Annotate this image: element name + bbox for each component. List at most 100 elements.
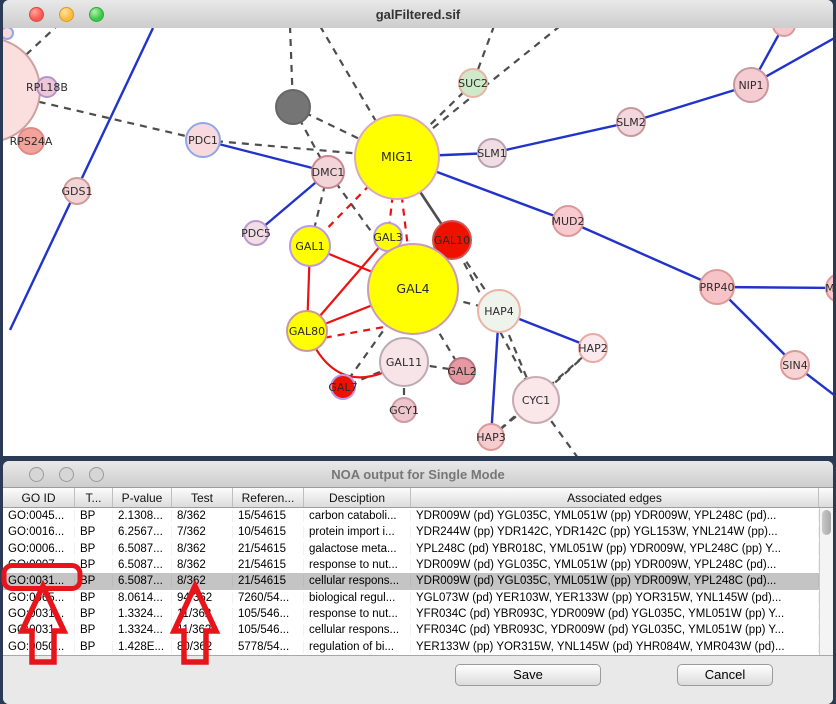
- cell: GO:0045...: [3, 510, 75, 522]
- table-row[interactable]: GO:0031...BP1.3324...11/362105/546...res…: [3, 606, 833, 622]
- node-label-GAL4: GAL4: [396, 281, 429, 296]
- cell: YER133W (pp) YOR315W, YNL145W (pd) YHR08…: [411, 641, 819, 653]
- table-row[interactable]: GO:0031...BP1.3324...11/362105/546...cel…: [3, 622, 833, 638]
- cell: response to nut...: [304, 559, 411, 571]
- cell: GO:0006...: [3, 543, 75, 555]
- cell: 21/54615: [233, 559, 304, 571]
- column-header-associated-edges[interactable]: Associated edges: [411, 488, 819, 507]
- table-row[interactable]: GO:0045...BP2.1308...8/36215/54615carbon…: [3, 508, 833, 524]
- cell: 8.0614...: [113, 592, 172, 604]
- cell: 6.5087...: [113, 575, 172, 587]
- close-button[interactable]: [29, 467, 44, 482]
- column-header-spacer: [819, 488, 833, 507]
- table-row[interactable]: GO:0050...BP1.428E...80/3625778/54...reg…: [3, 639, 833, 655]
- network-edge[interactable]: [631, 85, 751, 122]
- minimize-button[interactable]: [59, 7, 74, 22]
- window-controls: [3, 467, 104, 482]
- cell: YGL073W (pd) YER103W, YER133W (pp) YOR31…: [411, 592, 819, 604]
- column-header-p-value[interactable]: P-value: [113, 488, 172, 507]
- cell: YDR009W (pd) YGL035C, YML051W (pp) YDR00…: [411, 510, 819, 522]
- cell: regulation of bi...: [304, 641, 411, 653]
- noa-window-title: NOA output for Single Mode: [3, 467, 833, 482]
- cell: GO:0016...: [3, 526, 75, 538]
- node-label-GAL3: GAL3: [373, 231, 402, 244]
- table-row[interactable]: GO:0065...BP8.0614...94/3627260/54...bio…: [3, 590, 833, 606]
- cell: GO:0031...: [3, 575, 75, 587]
- cell: 6.2567...: [113, 526, 172, 538]
- minimize-button[interactable]: [59, 467, 74, 482]
- table-row[interactable]: GO:0031...BP6.5087...8/36221/54615cellul…: [3, 573, 833, 589]
- cell: galactose meta...: [304, 543, 411, 555]
- node-label-MIG1: MIG1: [381, 149, 413, 164]
- node-label-HAP3: HAP3: [476, 431, 505, 444]
- column-header-go-id[interactable]: GO ID: [3, 488, 75, 507]
- column-header-referen-[interactable]: Referen...: [233, 488, 304, 507]
- column-header-test[interactable]: Test: [172, 488, 233, 507]
- column-header-desciption[interactable]: Desciption: [304, 488, 411, 507]
- node-label-DMC1: DMC1: [312, 166, 345, 179]
- cell: YDR009W (pd) YGL035C, YML051W (pp) YDR00…: [411, 559, 819, 571]
- table-row[interactable]: GO:0007...BP6.5087...8/36221/54615respon…: [3, 557, 833, 573]
- table-scrollbar[interactable]: [819, 508, 833, 655]
- cell: 1.3324...: [113, 624, 172, 636]
- column-header-t-[interactable]: T...: [75, 488, 113, 507]
- table-row[interactable]: GO:0006...BP6.5087...8/36221/54615galact…: [3, 541, 833, 557]
- cell: 94/362: [172, 592, 233, 604]
- cell: cellular respons...: [304, 575, 411, 587]
- cell: 80/362: [172, 641, 233, 653]
- node-label-GAL10: GAL10: [434, 234, 470, 247]
- cell: BP: [75, 641, 113, 653]
- window-controls: [3, 7, 104, 22]
- zoom-button[interactable]: [89, 7, 104, 22]
- noa-window: NOA output for Single Mode GO IDT...P-va…: [3, 461, 833, 704]
- cell: BP: [75, 510, 113, 522]
- cell: 15/54615: [233, 510, 304, 522]
- network-canvas[interactable]: RPL18BRPS24AGDS1PDC1DMC1SUC2SLM1SLM2NIP1…: [3, 28, 833, 456]
- cell: BP: [75, 608, 113, 620]
- noa-window-titlebar[interactable]: NOA output for Single Mode: [3, 461, 833, 488]
- node-label-PDC1: PDC1: [188, 134, 218, 147]
- cell: 105/546...: [233, 608, 304, 620]
- cell: YFR034C (pd) YBR093C, YDR009W (pd) YGL03…: [411, 624, 819, 636]
- network-edge[interactable]: [203, 140, 328, 172]
- table-row[interactable]: GO:0016...BP6.2567...7/36210/54615protei…: [3, 524, 833, 540]
- node-label-PDC5: PDC5: [241, 227, 271, 240]
- table-body: GO:0045...BP2.1308...8/36215/54615carbon…: [3, 508, 833, 655]
- node-pinktop[interactable]: [773, 28, 795, 36]
- node-label-GCY1: GCY1: [389, 404, 419, 417]
- node-label-GAL11: GAL11: [386, 356, 422, 369]
- zoom-button[interactable]: [89, 467, 104, 482]
- node-label-SIN4: SIN4: [782, 359, 807, 372]
- cell: 2.1308...: [113, 510, 172, 522]
- cell: YDR009W (pd) YGL035C, YML051W (pp) YDR00…: [411, 575, 819, 587]
- cell: 10/54615: [233, 526, 304, 538]
- cell: 1.428E...: [113, 641, 172, 653]
- network-edge[interactable]: [492, 122, 631, 153]
- cell: 5778/54...: [233, 641, 304, 653]
- cell: 11/362: [172, 608, 233, 620]
- table-header[interactable]: GO IDT...P-valueTestReferen...Desciption…: [3, 488, 833, 508]
- node-label-GAL2: GAL2: [447, 365, 476, 378]
- cell: GO:0050...: [3, 641, 75, 653]
- scrollbar-thumb[interactable]: [822, 510, 831, 535]
- cell: BP: [75, 559, 113, 571]
- node-label-SLM2: SLM2: [616, 116, 646, 129]
- cell: YDR244W (pp) YDR142C, YDR142C (pp) YGL15…: [411, 526, 819, 538]
- close-button[interactable]: [29, 7, 44, 22]
- noa-results-table: GO IDT...P-valueTestReferen...Desciption…: [3, 488, 833, 655]
- node-cornernode[interactable]: [3, 28, 13, 39]
- cell: BP: [75, 592, 113, 604]
- cell: BP: [75, 526, 113, 538]
- cell: GO:0031...: [3, 608, 75, 620]
- network-window-titlebar[interactable]: galFiltered.sif: [3, 0, 833, 29]
- node-graynode[interactable]: [276, 90, 310, 124]
- node-label-HAP2: HAP2: [578, 342, 607, 355]
- cancel-button[interactable]: Cancel: [677, 664, 773, 686]
- network-edge[interactable]: [568, 221, 717, 287]
- node-label-GAL7: GAL7: [328, 381, 357, 394]
- cell: YPL248C (pd) YBR018C, YML051W (pp) YDR00…: [411, 543, 819, 555]
- cell: YFR034C (pd) YBR093C, YDR009W (pd) YGL03…: [411, 608, 819, 620]
- save-button[interactable]: Save: [455, 664, 601, 686]
- node-label-PRP40: PRP40: [700, 281, 735, 294]
- node-label-GAL80: GAL80: [289, 325, 325, 338]
